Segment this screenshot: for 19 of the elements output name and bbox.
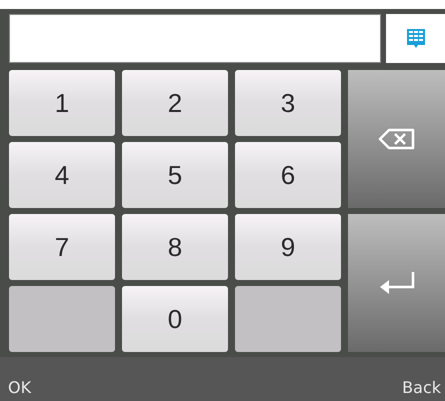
digit-key[interactable]: 7 (9, 214, 115, 280)
input-field[interactable] (9, 14, 381, 63)
digit-key[interactable]: 5 (122, 142, 228, 208)
digit-key[interactable]: 1 (9, 70, 115, 136)
backspace-icon (376, 127, 416, 151)
digit-key[interactable]: 6 (235, 142, 341, 208)
enter-key[interactable] (348, 214, 445, 352)
digit-key[interactable]: 0 (122, 286, 228, 352)
ok-button[interactable]: OK (8, 378, 32, 397)
keyboard-button[interactable] (386, 14, 445, 63)
digit-key[interactable]: 3 (235, 70, 341, 136)
backspace-key[interactable] (348, 70, 445, 208)
enter-icon (378, 270, 416, 296)
back-button[interactable]: Back (402, 378, 441, 397)
digit-key[interactable]: 9 (235, 214, 341, 280)
keypad-icon (406, 28, 426, 50)
digit-key[interactable]: 8 (122, 214, 228, 280)
digit-key[interactable]: 2 (122, 70, 228, 136)
digit-key[interactable]: 4 (9, 142, 115, 208)
